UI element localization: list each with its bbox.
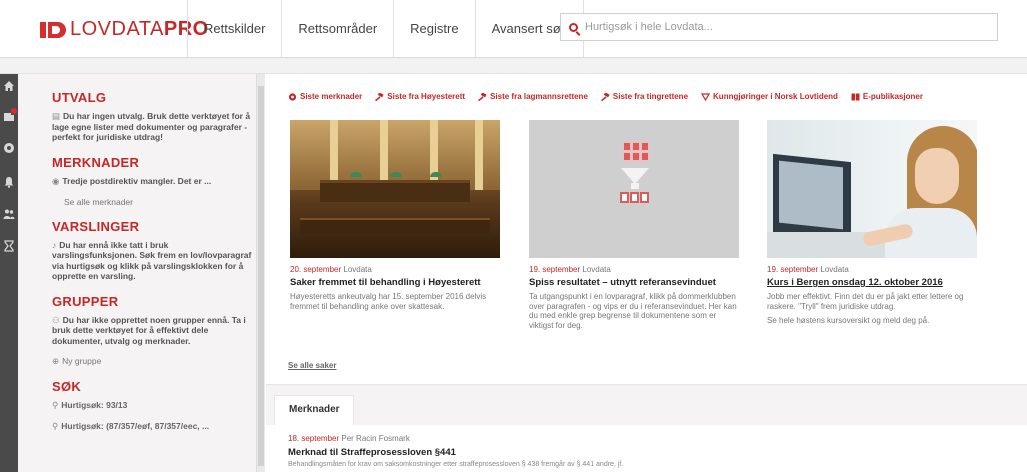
- bell-icon[interactable]: [3, 176, 15, 188]
- sub-bar: [0, 58, 1027, 74]
- list-icon: ▤: [52, 111, 61, 121]
- sidebar-title-utvalg: UTVALG: [52, 90, 107, 105]
- merknad-link[interactable]: ◉ Tredje postdirektiv mangler. Det er ...: [52, 176, 256, 187]
- card-description: Ta utgangspunkt i en lovparagraf, klikk …: [529, 292, 737, 330]
- saved-search-1[interactable]: ⚲ Hurtigsøk: 93/13: [52, 400, 256, 411]
- lion-emblem-icon: [701, 92, 711, 101]
- main-content: Siste merknader Siste fra Høyesterett Si…: [266, 74, 1027, 472]
- grupper-text: Du har ikke opprettet noen grupper ennå.…: [52, 314, 246, 346]
- hourglass-icon[interactable]: [3, 240, 15, 252]
- logo-mark-icon: [40, 20, 66, 40]
- notification-badge: [11, 108, 17, 114]
- sidebar-scrollbar[interactable]: [256, 74, 265, 472]
- see-all-cases-link[interactable]: Se alle saker: [288, 361, 336, 370]
- card-date: 20. september: [290, 265, 342, 274]
- card-date: 19. september: [529, 265, 581, 274]
- news-card[interactable]: 19. september Lovdata Spiss resultatet –…: [529, 120, 739, 330]
- merknader-tabbar: Merknader: [266, 384, 1027, 425]
- merknad-date: 18. september: [288, 434, 340, 443]
- card-description-extra: Se hele høstens kursoversikt og meld deg…: [767, 316, 930, 325]
- sidebar-title-merknader: MERKNADER: [52, 154, 140, 170]
- merknad-title[interactable]: Merknad til Straffeprosessloven §441: [288, 447, 1008, 458]
- saved-search-2[interactable]: ⚲ Hurtigsøk: (87/357/eøf, 87/357/eec, ...: [52, 421, 256, 432]
- quick-search-box[interactable]: [560, 13, 998, 41]
- news-tabs: Siste merknader Siste fra Høyesterett Si…: [288, 92, 936, 101]
- comment-icon: [288, 92, 297, 101]
- users-icon: ⚇: [52, 314, 60, 325]
- comment-icon[interactable]: [3, 142, 15, 154]
- icon-rail: [0, 74, 18, 472]
- tab-tingrettene[interactable]: Siste fra tingrettene: [600, 92, 688, 101]
- tab-merknader[interactable]: Merknader: [274, 395, 354, 425]
- merknad-author: Per Racin Fosmark: [341, 434, 410, 443]
- bell-icon: ♪: [52, 239, 57, 250]
- merknad-item[interactable]: 18. september Per Racin Fosmark Merknad …: [288, 434, 1008, 468]
- sidebar-grupper: GRUPPER ⚇ Du har ikke opprettet noen grup…: [52, 294, 256, 368]
- see-all-merknader-link[interactable]: Se alle merknader: [52, 197, 256, 207]
- sidebar: UTVALG ▤ Du har ingen utvalg. Bruk dette …: [18, 74, 256, 472]
- tab-e-publikasjoner[interactable]: E-publikasjoner: [851, 92, 923, 101]
- users-icon[interactable]: [3, 208, 15, 220]
- search-icon: [569, 22, 578, 32]
- card-date: 19. september: [767, 265, 819, 274]
- varslinger-text: Du har ennå ikke tatt i bruk varslingsfu…: [52, 239, 252, 282]
- woman-at-computer-image: [767, 120, 977, 258]
- comment-icon: ◉: [52, 175, 60, 186]
- merknad-description: Behandlingsmåten for krav om saksomkostn…: [288, 461, 624, 468]
- card-source: Lovdata: [582, 265, 611, 274]
- gavel-icon: [600, 92, 610, 101]
- nav-registre[interactable]: Registre: [393, 0, 474, 57]
- card-description: Jobb mer effektivt. Finn det du er på ja…: [767, 292, 964, 311]
- sidebar-title-varslinger: VARSLINGER: [52, 218, 140, 234]
- gavel-icon: [375, 92, 384, 101]
- main-nav: Rettskilder Rettsområder Registre Avanse…: [187, 0, 585, 57]
- card-title[interactable]: Spiss resultatet – utnytt referansevindu…: [529, 277, 739, 288]
- tab-siste-merknader[interactable]: Siste merknader: [288, 92, 362, 101]
- nav-rettsomrader[interactable]: Rettsområder: [281, 0, 393, 57]
- sidebar-merknader: MERKNADER ◉ Tredje postdirektiv mangler. …: [52, 155, 256, 207]
- sidebar-varslinger: VARSLINGER ♪ Du har ennå ikke tatt i bruk…: [52, 219, 256, 282]
- news-card[interactable]: 19. september Lovdata Kurs i Bergen onsd…: [767, 120, 977, 326]
- sidebar-title-grupper: GRUPPER: [52, 293, 119, 309]
- card-source: Lovdata: [343, 265, 372, 274]
- sidebar-title-sok: SØK: [52, 379, 82, 394]
- search-input[interactable]: [585, 21, 985, 33]
- home-icon[interactable]: [3, 80, 15, 92]
- logo-text-light: LOVDATA: [70, 18, 164, 40]
- card-title[interactable]: Saker fremmet til behandling i Høyestere…: [290, 277, 500, 288]
- utvalg-text: Du har ingen utvalg. Bruk dette verktøye…: [52, 111, 251, 142]
- card-source: Lovdata: [820, 265, 849, 274]
- search-icon: ⚲: [52, 400, 59, 410]
- news-card[interactable]: 20. september Lovdata Saker fremmet til …: [290, 120, 500, 311]
- courtroom-image: [290, 120, 500, 258]
- plus-circle-icon: ⊕: [52, 356, 60, 366]
- nav-rettskilder[interactable]: Rettskilder: [187, 0, 281, 57]
- search-icon: ⚲: [52, 421, 59, 431]
- scroll-thumb[interactable]: [258, 86, 264, 466]
- top-bar: LOVDATAPRO Rettskilder Rettsområder Regi…: [0, 0, 1027, 58]
- gavel-icon: [478, 92, 487, 101]
- lovdata-logo[interactable]: LOVDATAPRO: [40, 18, 209, 41]
- sidebar-utvalg: UTVALG ▤ Du har ingen utvalg. Bruk dette …: [52, 90, 256, 143]
- tab-kunngjoringer[interactable]: Kunngjøringer i Norsk Lovtidend: [701, 92, 838, 101]
- card-description: Høyesteretts ankeutvalg har 15. septembe…: [290, 292, 487, 311]
- funnel-illustration-image: [529, 120, 739, 258]
- card-title[interactable]: Kurs i Bergen onsdag 12. oktober 2016: [767, 277, 977, 288]
- new-group-link[interactable]: ⊕ Ny gruppe: [52, 356, 256, 367]
- tab-hoyesterett[interactable]: Siste fra Høyesterett: [375, 92, 465, 101]
- sidebar-sok: SØK ⚲ Hurtigsøk: 93/13 ⚲ Hurtigsøk: (87/35…: [52, 379, 256, 432]
- book-icon: [851, 93, 860, 100]
- tab-lagmannsrettene[interactable]: Siste fra lagmannsrettene: [478, 92, 588, 101]
